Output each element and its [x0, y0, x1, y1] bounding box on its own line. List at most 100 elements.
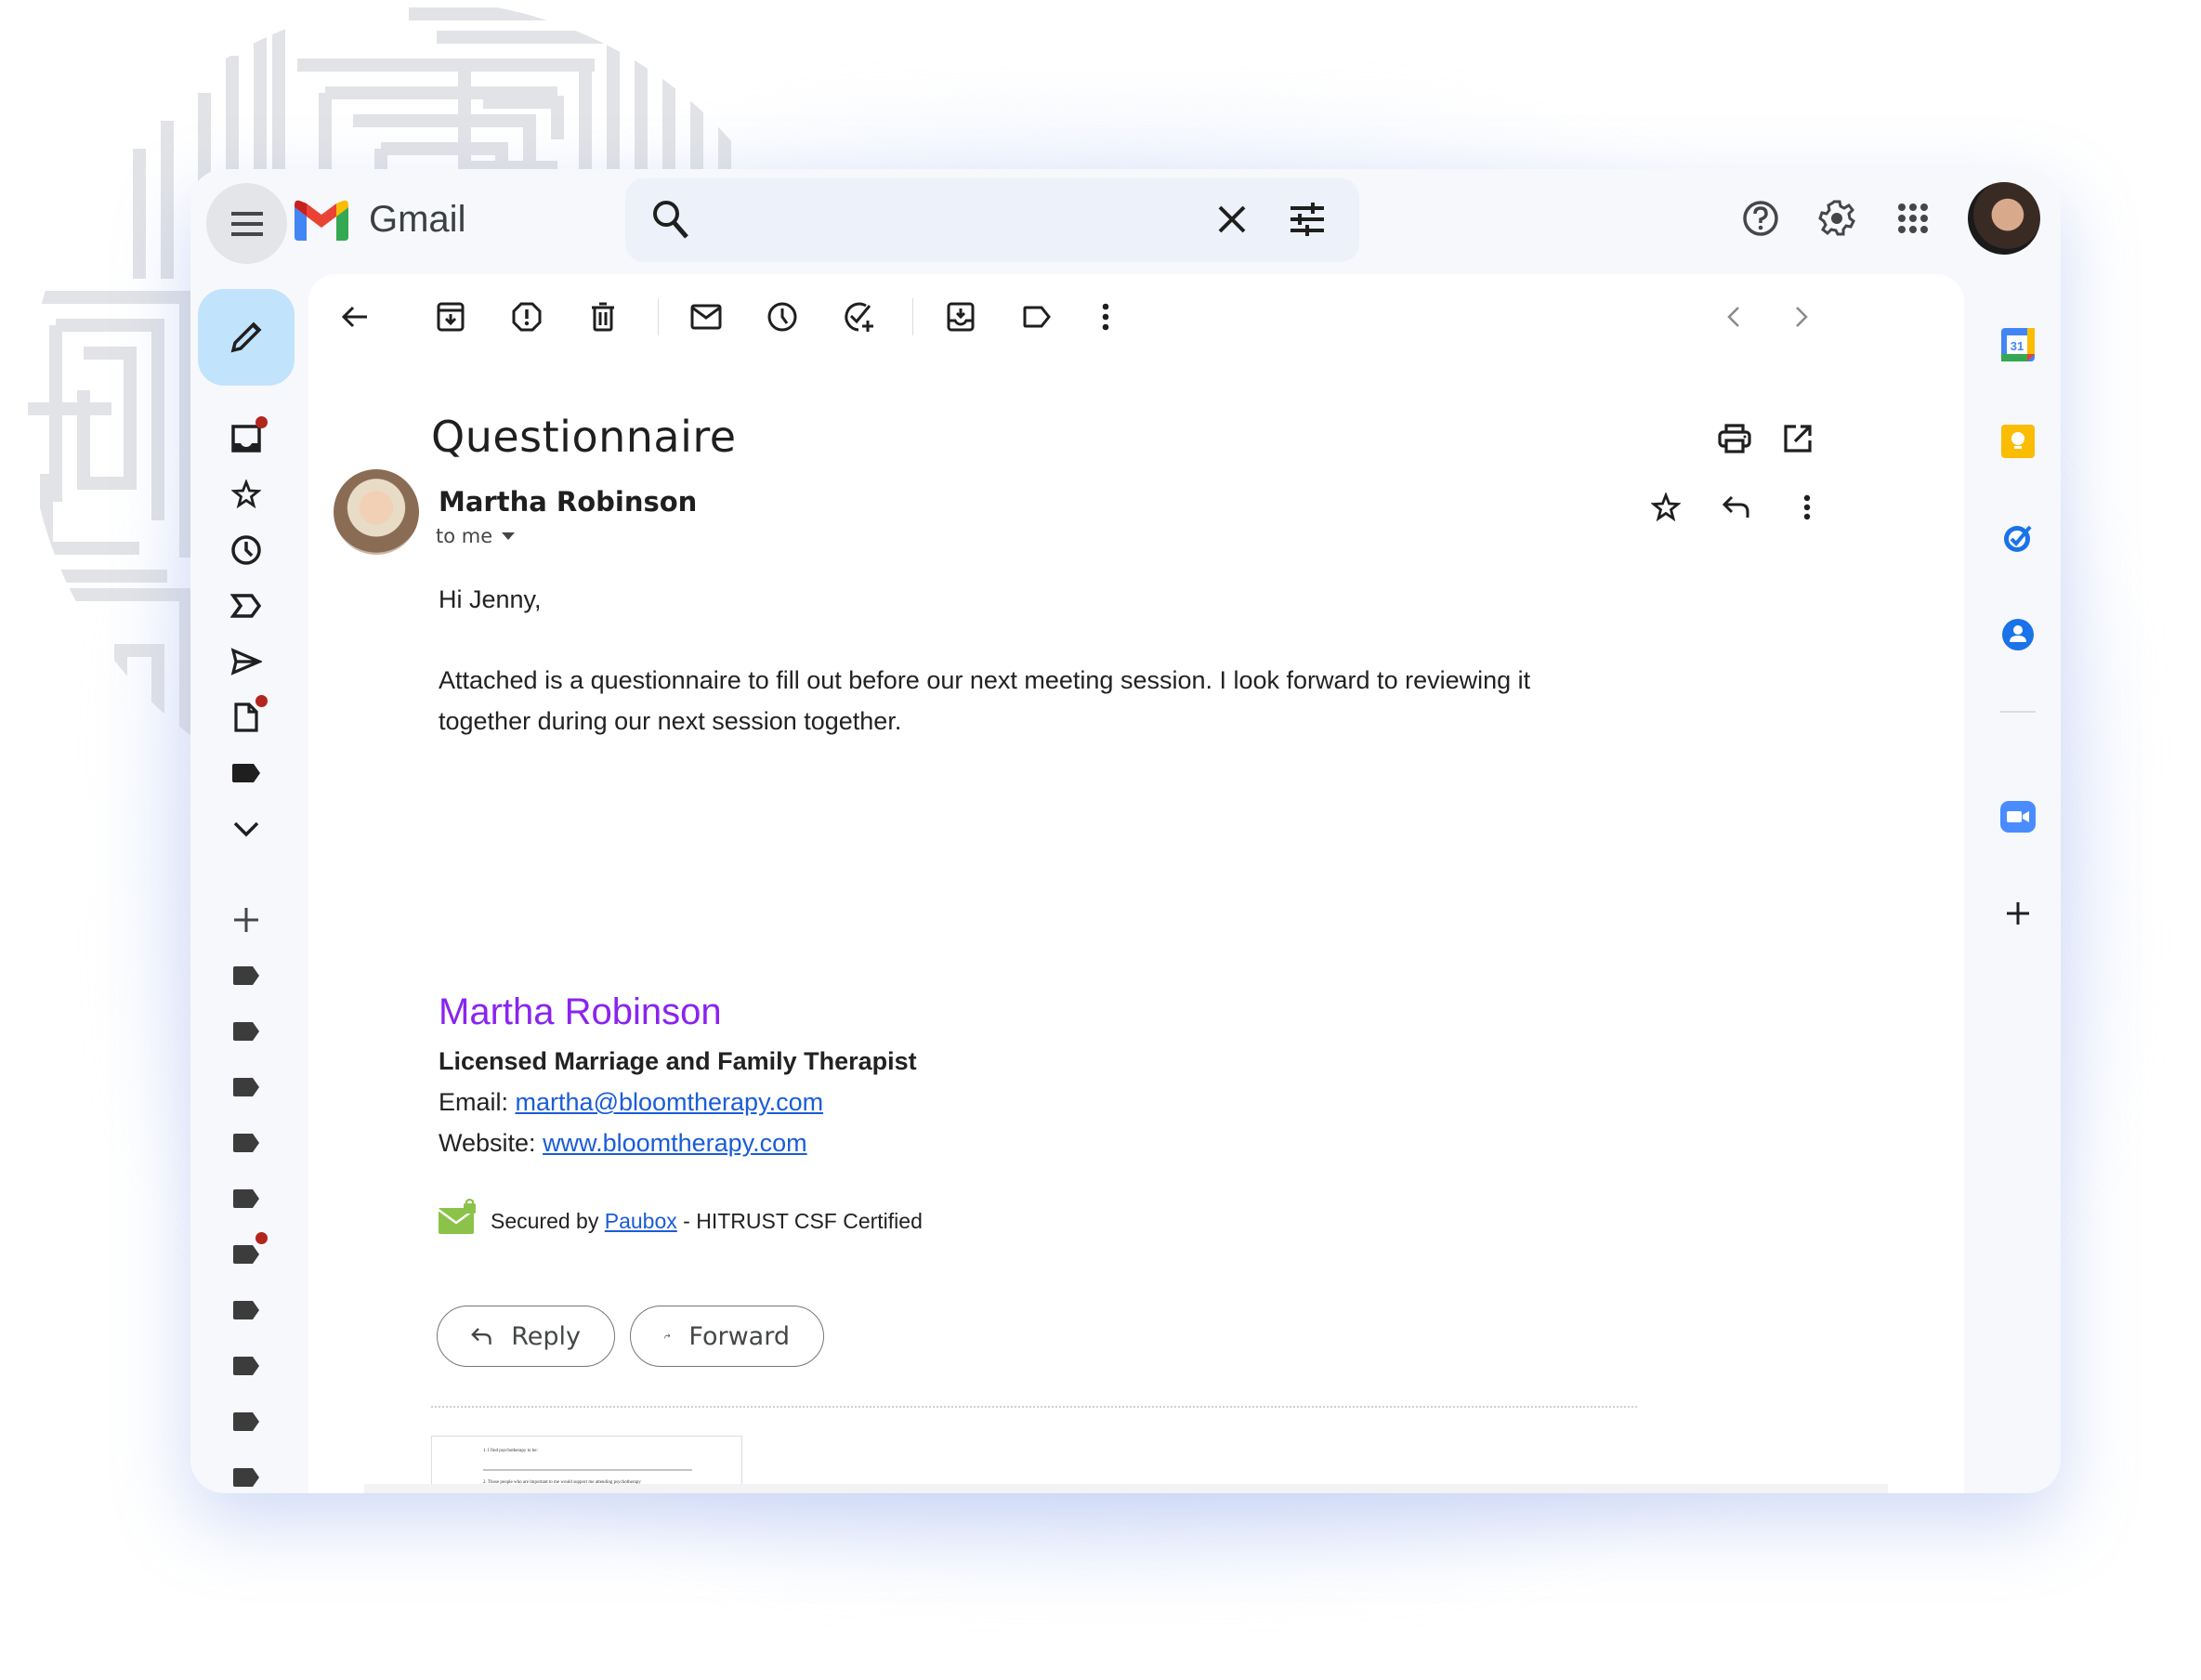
nav-user-label[interactable]	[190, 1171, 302, 1227]
nav-user-label[interactable]	[190, 1115, 302, 1171]
calendar-app-button[interactable]: 31	[1990, 296, 2046, 393]
nav-more[interactable]	[190, 801, 302, 857]
nav-user-label[interactable]	[190, 1004, 302, 1059]
secure-envelope-icon	[439, 1199, 476, 1234]
keep-app-button[interactable]	[1990, 393, 2046, 490]
signature-website-line: Website: www.bloomtherapy.com	[439, 1129, 807, 1158]
label-outline-icon	[1023, 306, 1051, 328]
labels-rail	[190, 892, 302, 1493]
nav-user-label[interactable]	[190, 1227, 302, 1282]
nav-starred[interactable]	[190, 466, 302, 522]
zoom-app-button[interactable]	[1990, 768, 2046, 865]
svg-text:31: 31	[2011, 339, 2024, 353]
account-avatar[interactable]	[1968, 182, 2040, 255]
nav-user-label[interactable]	[190, 1450, 302, 1493]
report-spam-button[interactable]	[500, 290, 554, 344]
drafts-badge	[255, 695, 268, 707]
star-email-button[interactable]	[1639, 480, 1693, 534]
archive-icon	[437, 302, 465, 332]
older-email-button[interactable]	[1775, 290, 1828, 344]
add-task-button[interactable]	[832, 290, 885, 344]
pencil-icon	[230, 322, 262, 353]
label-button[interactable]	[1010, 290, 1064, 344]
nav-drafts[interactable]	[190, 689, 302, 745]
toolbar-divider	[658, 298, 659, 335]
move-to-button[interactable]	[934, 290, 988, 344]
chevron-down-icon	[233, 821, 259, 837]
email-greeting: Hi Jenny,	[439, 585, 542, 613]
label-icon	[233, 1245, 259, 1264]
search-icon[interactable]	[651, 199, 690, 244]
get-addons-button[interactable]	[1990, 865, 2046, 962]
nav-important[interactable]	[190, 578, 302, 634]
signature-website-link[interactable]: www.bloomtherapy.com	[543, 1129, 807, 1157]
message-more-button[interactable]	[1780, 480, 1834, 534]
clear-search-icon[interactable]	[1216, 203, 1248, 240]
newer-email-button[interactable]	[1707, 290, 1761, 344]
tasks-app-button[interactable]	[1990, 490, 2046, 586]
settings-icon[interactable]	[1799, 180, 1875, 256]
star-outline-icon	[1651, 492, 1681, 522]
sender-name[interactable]: Martha Robinson	[439, 486, 697, 518]
reply-arrow-icon	[471, 1328, 491, 1345]
reply-label: Reply	[511, 1321, 581, 1351]
open-new-window-button[interactable]	[1771, 412, 1825, 466]
more-actions-button[interactable]	[1079, 290, 1133, 344]
nav-sent[interactable]	[190, 634, 302, 689]
search-input[interactable]	[714, 192, 1219, 250]
reply-icon	[1722, 495, 1749, 518]
back-button[interactable]	[328, 290, 382, 344]
add-label-button[interactable]	[190, 892, 302, 948]
label-icon	[233, 1078, 259, 1096]
gmail-logo[interactable]: Gmail	[295, 199, 465, 241]
delete-button[interactable]	[576, 290, 630, 344]
nav-user-label[interactable]	[190, 1059, 302, 1115]
secured-suffix: - HITRUST CSF Certified	[683, 1209, 923, 1233]
mark-unread-button[interactable]	[679, 290, 733, 344]
label-icon	[233, 1022, 259, 1041]
apps-grid-icon[interactable]	[1875, 180, 1951, 256]
important-icon	[230, 594, 262, 618]
sender-avatar	[334, 469, 419, 555]
secured-by-notice: Secured by Paubox - HITRUST CSF Certifie…	[439, 1199, 923, 1234]
search-options-icon[interactable]	[1289, 201, 1326, 243]
recipient-label: to me	[436, 525, 493, 547]
search-bar[interactable]	[625, 178, 1359, 262]
nav-user-label[interactable]	[190, 1338, 302, 1394]
signature-email-label: Email:	[439, 1088, 509, 1116]
compose-button[interactable]	[198, 289, 295, 386]
snoozed-clock-icon	[231, 535, 261, 565]
signature-email-line: Email: martha@bloomtherapy.com	[439, 1088, 823, 1117]
nav-label[interactable]	[190, 745, 302, 801]
nav-inbox[interactable]	[190, 411, 302, 466]
reply-button[interactable]: Reply	[437, 1306, 615, 1367]
archive-button[interactable]	[424, 290, 478, 344]
nav-snoozed[interactable]	[190, 522, 302, 578]
help-icon[interactable]	[1723, 180, 1799, 256]
caret-down-icon	[502, 532, 516, 540]
preview-question: 1. I find psychotherapy to be:	[483, 1449, 538, 1453]
forward-button[interactable]: Forward	[630, 1306, 824, 1367]
reply-icon-button[interactable]	[1710, 480, 1763, 534]
signature-email-link[interactable]: martha@bloomtherapy.com	[516, 1088, 824, 1116]
print-button[interactable]	[1708, 412, 1762, 466]
nav-user-label[interactable]	[190, 1282, 302, 1338]
recipient-details-toggle[interactable]: to me	[436, 525, 516, 547]
nav-user-label[interactable]	[190, 948, 302, 1004]
email-paragraph-line-1: Attached is a questionnaire to fill out …	[439, 666, 1531, 694]
back-arrow-icon	[341, 306, 367, 328]
report-spam-icon	[512, 302, 542, 332]
snooze-button[interactable]	[755, 290, 809, 344]
signature-website-label: Website:	[439, 1129, 536, 1157]
tasks-icon	[2004, 525, 2032, 552]
more-vert-icon	[1102, 303, 1109, 331]
forward-label: Forward	[688, 1321, 790, 1351]
nav-user-label[interactable]	[190, 1394, 302, 1450]
main-menu-button[interactable]	[206, 183, 287, 264]
add-task-icon	[845, 302, 873, 332]
secured-prefix: Secured by	[491, 1209, 599, 1233]
paubox-link[interactable]: Paubox	[605, 1209, 677, 1233]
contacts-icon	[2002, 619, 2034, 650]
email-subject: Questionnaire	[431, 412, 737, 462]
contacts-app-button[interactable]	[1990, 586, 2046, 683]
